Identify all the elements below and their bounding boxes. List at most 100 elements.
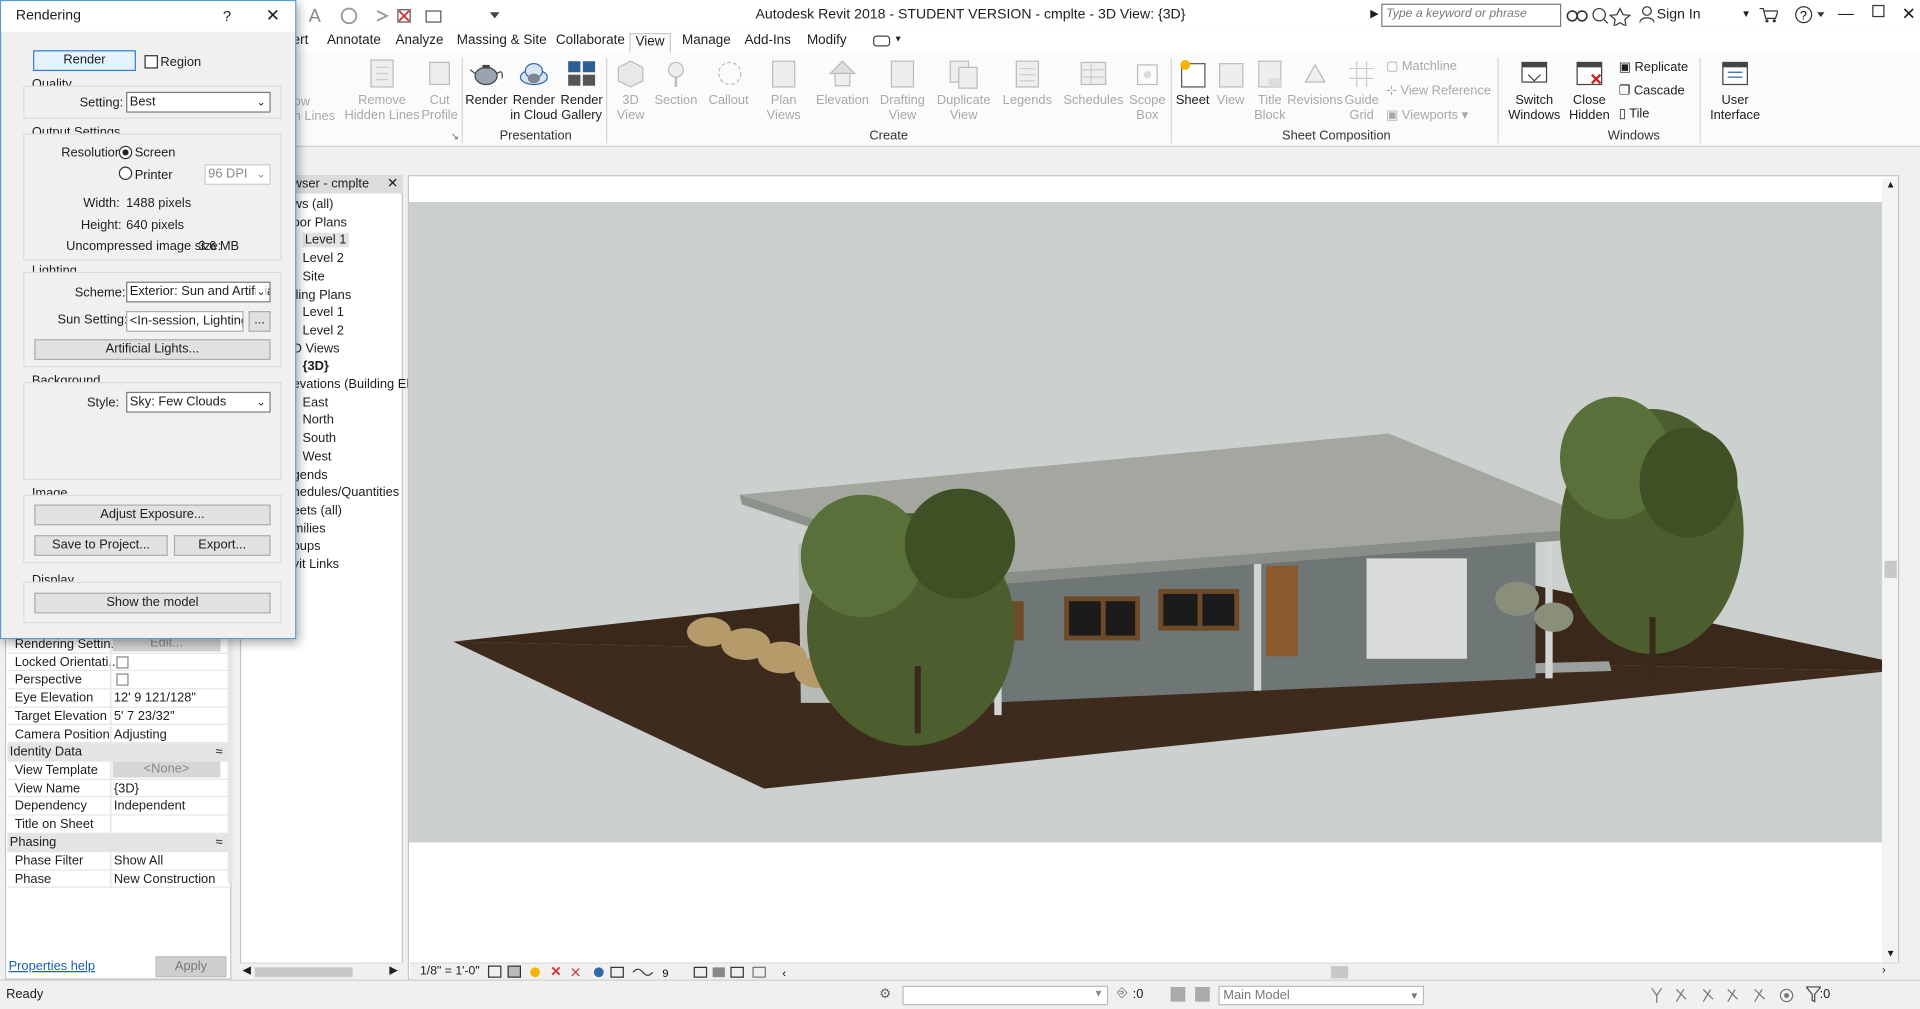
plan-views-button[interactable]: Plan Views bbox=[759, 58, 808, 122]
scroll-thumb[interactable] bbox=[1884, 560, 1897, 578]
property-value[interactable]: 12' 9 121/128" bbox=[114, 691, 196, 706]
browser-tree-item[interactable]: iling Plans bbox=[293, 287, 352, 302]
3d-view-button[interactable]: 3D View bbox=[612, 58, 649, 122]
property-row[interactable]: Perspective bbox=[7, 671, 231, 690]
search-tools-icons[interactable] bbox=[1565, 6, 1638, 26]
help-button[interactable]: ? bbox=[223, 7, 231, 24]
vertical-scrollbar[interactable]: ▲ ▼ bbox=[1882, 178, 1898, 979]
property-value[interactable]: 5' 7 23/32" bbox=[114, 709, 175, 724]
cut-profile-button[interactable]: Cut Profile bbox=[420, 58, 459, 122]
sign-in-link[interactable]: Sign In bbox=[1657, 7, 1701, 22]
browser-tree-item[interactable]: West bbox=[302, 449, 331, 464]
remove-hidden-lines-button[interactable]: Remove Hidden Lines bbox=[344, 58, 420, 122]
dialog-launcher-icon[interactable]: ↘ bbox=[451, 131, 459, 142]
property-row[interactable]: Locked Orientati... bbox=[7, 653, 231, 672]
browser-tree-item[interactable]: Level 2 bbox=[302, 323, 343, 338]
matchline-button[interactable]: ▢ Matchline bbox=[1386, 59, 1457, 74]
property-row[interactable]: View Template <None> bbox=[7, 761, 231, 780]
user-icon[interactable] bbox=[1639, 6, 1655, 24]
title-block-button[interactable]: Title Block bbox=[1249, 58, 1291, 122]
cascade-button[interactable]: ❐ Cascade bbox=[1619, 83, 1685, 98]
browser-tree-item[interactable]: South bbox=[302, 431, 336, 446]
browser-tree-item[interactable]: ws (all) bbox=[293, 197, 334, 212]
tab-massing-site[interactable]: Massing & Site bbox=[452, 33, 552, 53]
chevron-down-icon[interactable]: ▼ bbox=[894, 36, 902, 45]
property-row[interactable]: View Name {3D} bbox=[7, 779, 231, 798]
scheme-dropdown[interactable]: Exterior: Sun and Artificia ⌄ bbox=[126, 281, 271, 303]
property-row[interactable]: Dependency Independent bbox=[7, 797, 231, 816]
sun-setting-browse-button[interactable]: ... bbox=[248, 311, 271, 332]
browser-tree-item[interactable]: vit Links bbox=[293, 557, 339, 572]
quick-access-toolbar[interactable]: A bbox=[309, 6, 505, 26]
screen-radio[interactable] bbox=[118, 145, 133, 160]
elevation-button[interactable]: Elevation bbox=[816, 58, 870, 108]
property-value[interactable]: Adjusting bbox=[114, 727, 167, 742]
design-option-icon[interactable] bbox=[1195, 986, 1210, 1002]
region-checkbox[interactable] bbox=[144, 55, 158, 69]
tab-collaborate[interactable]: Collaborate bbox=[551, 33, 630, 53]
render-in-cloud-button[interactable]: Render in Cloud bbox=[509, 58, 558, 122]
view-control-icons[interactable]: 9 ‹ bbox=[486, 965, 792, 980]
property-button[interactable]: <None> bbox=[112, 761, 221, 778]
cart-icon[interactable] bbox=[1758, 6, 1778, 23]
browser-tree-item[interactable]: evations (Building El bbox=[293, 377, 409, 392]
section-button[interactable]: Section bbox=[653, 58, 700, 108]
horizontal-scroll-thumb[interactable] bbox=[1331, 966, 1349, 979]
sheet-button[interactable]: Sheet bbox=[1173, 58, 1212, 108]
browser-tree-item[interactable]: oups bbox=[293, 539, 321, 554]
3d-viewport[interactable]: ▲ ▼ bbox=[407, 175, 1900, 980]
chevron-down-icon[interactable]: ▼ bbox=[1741, 9, 1751, 20]
property-row[interactable]: Title on Sheet bbox=[7, 815, 231, 834]
maximize-button[interactable] bbox=[1872, 4, 1885, 18]
editing-requests-icon[interactable]: ⎆ bbox=[1117, 986, 1128, 1002]
phasing-header[interactable]: Phasing ≈ bbox=[7, 833, 231, 852]
minimize-button[interactable]: — bbox=[1838, 4, 1854, 22]
scope-box-button[interactable]: Scope Box bbox=[1127, 58, 1169, 122]
duplicate-view-button[interactable]: Duplicate View bbox=[934, 58, 993, 122]
sun-setting-field[interactable]: <In-session, Lighting> bbox=[126, 311, 244, 332]
background-style-dropdown[interactable]: Sky: Few Clouds ⌄ bbox=[126, 391, 271, 413]
property-row[interactable]: Eye Elevation 12' 9 121/128" bbox=[7, 689, 231, 708]
property-value[interactable]: {3D} bbox=[114, 781, 139, 796]
show-the-model-button[interactable]: Show the model bbox=[34, 592, 271, 614]
tab-view[interactable]: View bbox=[629, 33, 671, 53]
render-ribbon-button[interactable]: Render bbox=[465, 58, 507, 108]
scroll-right-icon[interactable]: › bbox=[1882, 964, 1886, 976]
switch-windows-button[interactable]: Switch Windows bbox=[1505, 58, 1564, 122]
scroll-thumb[interactable] bbox=[254, 967, 353, 978]
drafting-view-button[interactable]: Drafting View bbox=[874, 58, 930, 122]
property-value[interactable]: Show All bbox=[114, 853, 163, 868]
browser-tree-item[interactable]: oor Plans bbox=[293, 215, 347, 230]
worksets-icon[interactable]: ⚙ bbox=[879, 986, 891, 1002]
tab-modify[interactable]: Modify bbox=[802, 33, 851, 53]
render-gallery-button[interactable]: Render Gallery bbox=[557, 58, 606, 122]
design-options-icon[interactable] bbox=[1170, 986, 1186, 1002]
property-value[interactable]: New Construction bbox=[114, 871, 215, 886]
tab-manage[interactable]: Manage bbox=[677, 33, 735, 53]
property-checkbox[interactable] bbox=[116, 655, 129, 669]
horizontal-scrollbar[interactable]: ◀ ▶ bbox=[240, 962, 403, 980]
chevron-right-icon[interactable]: ▶ bbox=[1370, 7, 1378, 20]
property-row[interactable]: Phase New Construction bbox=[7, 870, 231, 888]
viewports-dropdown[interactable]: ▣ Viewports ▾ bbox=[1386, 108, 1468, 123]
schedules-button[interactable]: Schedules bbox=[1063, 58, 1124, 108]
property-row[interactable]: Camera Position Adjusting bbox=[7, 725, 231, 744]
browser-tree-item[interactable]: hedules/Quantities bbox=[293, 485, 400, 500]
property-row[interactable]: Target Elevation 5' 7 23/32" bbox=[7, 707, 231, 726]
quality-setting-dropdown[interactable]: Best ⌄ bbox=[126, 91, 271, 113]
workset-dropdown[interactable]: ▼ bbox=[902, 985, 1109, 1006]
rendered-model-image[interactable] bbox=[408, 176, 1899, 979]
property-checkbox[interactable] bbox=[116, 673, 129, 687]
tab-annotate[interactable]: Annotate bbox=[322, 33, 386, 53]
help-icon[interactable]: ? bbox=[1794, 5, 1828, 25]
revisions-button[interactable]: Revisions bbox=[1287, 58, 1343, 108]
view-scale[interactable]: 1/8" = 1'-0" bbox=[420, 965, 480, 978]
save-to-project-button[interactable]: Save to Project... bbox=[34, 535, 168, 556]
property-row[interactable]: Phase Filter Show All bbox=[7, 852, 231, 871]
callout-button[interactable]: Callout bbox=[705, 58, 752, 108]
printer-radio[interactable] bbox=[118, 166, 133, 181]
browser-tree-item[interactable]: milies bbox=[293, 521, 326, 536]
scrollbar[interactable] bbox=[227, 637, 233, 883]
export-button[interactable]: Export... bbox=[173, 535, 271, 556]
legends-button[interactable]: Legends bbox=[1000, 58, 1054, 108]
